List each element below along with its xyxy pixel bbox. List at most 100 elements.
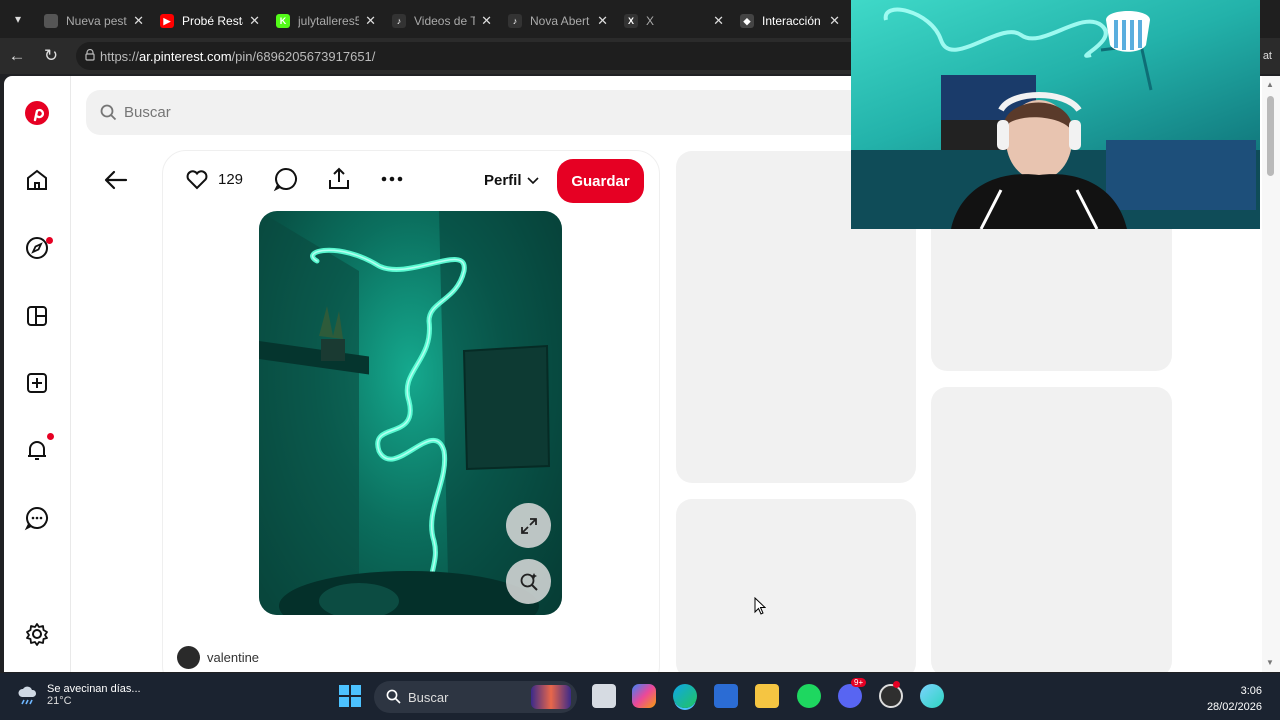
discord-icon[interactable]: 9+ <box>838 678 867 708</box>
loading-pin-placeholder <box>931 387 1172 672</box>
url-field[interactable]: https://ar.pinterest.com/pin/68962056739… <box>76 42 876 70</box>
tab-title: julytalleres5 <box>298 14 360 28</box>
search-placeholder: Buscar <box>124 104 171 121</box>
save-button[interactable]: Guardar <box>557 159 644 203</box>
browser-tab[interactable]: ◆ Interacción | ✕ <box>732 6 848 36</box>
microsoft-store-icon[interactable] <box>714 684 738 708</box>
browser-tab[interactable]: ♪ Nova Abert ✕ <box>500 6 616 36</box>
windows-taskbar: Se avecinan días... 21°C Buscar 9+ 3:06 … <box>0 673 1280 720</box>
app-globe-icon[interactable] <box>920 684 944 708</box>
scrollbar-thumb[interactable] <box>1267 96 1274 176</box>
author-avatar <box>177 646 200 669</box>
close-tab-icon[interactable]: ✕ <box>249 13 260 29</box>
webcam-overlay <box>851 0 1260 229</box>
mouse-cursor-icon <box>754 597 766 615</box>
neon-room-illustration <box>259 211 562 615</box>
settings-gear-icon[interactable] <box>24 621 50 647</box>
system-clock[interactable]: 3:06 28/02/2026 <box>1207 683 1262 715</box>
close-tab-icon[interactable]: ✕ <box>713 13 724 29</box>
close-tab-icon[interactable]: ✕ <box>365 13 376 29</box>
clock-date: 28/02/2026 <box>1206 701 1262 713</box>
spotify-icon[interactable] <box>797 684 821 708</box>
url-path: /pin/689620567391765​1/ <box>231 48 376 64</box>
boards-icon[interactable] <box>24 303 50 329</box>
extension-label: at <box>1262 50 1272 62</box>
tab-favicon-icon: ♪ <box>508 14 522 28</box>
search-icon <box>100 104 117 121</box>
weather-widget[interactable]: Se avecinan días... 21°C <box>16 683 141 707</box>
weather-temp: 21°C <box>47 695 72 707</box>
browser-tab[interactable]: ♪ Videos de T ✕ <box>384 6 500 36</box>
obs-studio-icon[interactable] <box>879 681 903 708</box>
tab-title: Videos de T <box>414 14 476 28</box>
rain-cloud-icon <box>18 686 37 705</box>
scroll-down-icon[interactable]: ▼ <box>1266 658 1274 667</box>
close-tab-icon[interactable]: ✕ <box>829 13 840 29</box>
tab-title: Interacción | <box>762 14 824 28</box>
windows-start-icon[interactable] <box>338 684 362 708</box>
browser-tab[interactable]: X X ✕ <box>616 6 732 36</box>
close-tab-icon[interactable]: ✕ <box>597 13 608 29</box>
tab-list-chevron-icon[interactable]: ▾ <box>0 0 36 38</box>
obs-recording-dot <box>893 681 900 688</box>
back-arrow-icon[interactable] <box>102 166 130 194</box>
expand-image-button[interactable] <box>506 503 551 548</box>
tab-favicon-icon: ♪ <box>392 14 406 28</box>
file-explorer-icon[interactable] <box>755 684 779 708</box>
notifications-bell-icon[interactable] <box>24 433 54 463</box>
close-tab-icon[interactable]: ✕ <box>133 13 144 29</box>
task-view-icon[interactable] <box>592 684 616 708</box>
comment-icon[interactable] <box>273 166 299 192</box>
tab-favicon-icon: ◆ <box>740 14 754 28</box>
notifications-dot <box>47 433 54 440</box>
author-name: valentine <box>207 650 260 665</box>
tab-favicon-icon: X <box>624 14 638 28</box>
pin-image[interactable] <box>259 211 562 615</box>
tab-favicon-icon: ▶ <box>160 14 174 28</box>
clock-time: 3:06 <box>1240 685 1262 697</box>
page-scrollbar[interactable]: ▲ ▼ <box>1262 76 1280 672</box>
visual-search-icon <box>520 572 538 591</box>
tab-title: Probé Resta <box>182 14 244 28</box>
tab-favicon-icon <box>44 14 58 28</box>
share-upload-icon[interactable] <box>326 166 352 192</box>
heart-like-icon[interactable] <box>184 166 210 192</box>
home-icon[interactable] <box>24 167 50 193</box>
webcam-feed-image <box>851 7 1260 229</box>
lock-icon <box>85 49 95 61</box>
taskbar-search[interactable]: Buscar <box>374 681 577 713</box>
tab-favicon-icon: K <box>276 14 290 28</box>
search-icon <box>386 689 401 704</box>
likes-count: 129 <box>218 170 244 188</box>
back-arrow-icon[interactable]: ← <box>0 39 34 73</box>
search-highlight-image <box>531 685 571 709</box>
discord-badge: 9+ <box>851 678 867 687</box>
copilot-icon[interactable] <box>632 684 656 708</box>
url-domain: ar.pinterest.com <box>139 48 232 64</box>
club-crest-icon <box>1106 11 1150 52</box>
pin-actions-bar: 129 <box>184 166 405 192</box>
explore-compass-icon[interactable] <box>24 235 53 261</box>
more-options-icon[interactable] <box>379 166 405 192</box>
loading-pin-placeholder <box>676 499 916 672</box>
browser-tab[interactable]: Nueva pesta ✕ <box>36 6 152 36</box>
pin-author[interactable]: valentine <box>177 646 259 669</box>
weather-title: Se avecinan días... <box>47 683 141 695</box>
visual-search-button[interactable] <box>506 559 551 604</box>
expand-arrows-icon <box>520 517 537 534</box>
url-prefix: https:// <box>100 48 140 64</box>
scroll-up-icon[interactable]: ▲ <box>1266 80 1274 89</box>
pinterest-logo-icon[interactable] <box>24 100 50 126</box>
search-input[interactable]: Buscar <box>86 90 926 135</box>
taskbar-search-label: Buscar <box>408 689 449 705</box>
edge-browser-icon[interactable] <box>673 684 697 708</box>
messages-icon[interactable] <box>24 505 50 531</box>
browser-tab[interactable]: Kjulytalleres5 ✕ <box>268 6 384 36</box>
reload-icon[interactable]: ↻ <box>34 39 68 73</box>
tab-title: Nova Abert <box>530 14 590 28</box>
chevron-down-icon <box>526 176 539 184</box>
browser-tab[interactable]: ▶ Probé Resta ✕ <box>152 6 268 36</box>
create-plus-icon[interactable] <box>24 370 50 396</box>
close-tab-icon[interactable]: ✕ <box>481 13 492 29</box>
profile-board-select[interactable]: Perfil <box>484 172 539 189</box>
